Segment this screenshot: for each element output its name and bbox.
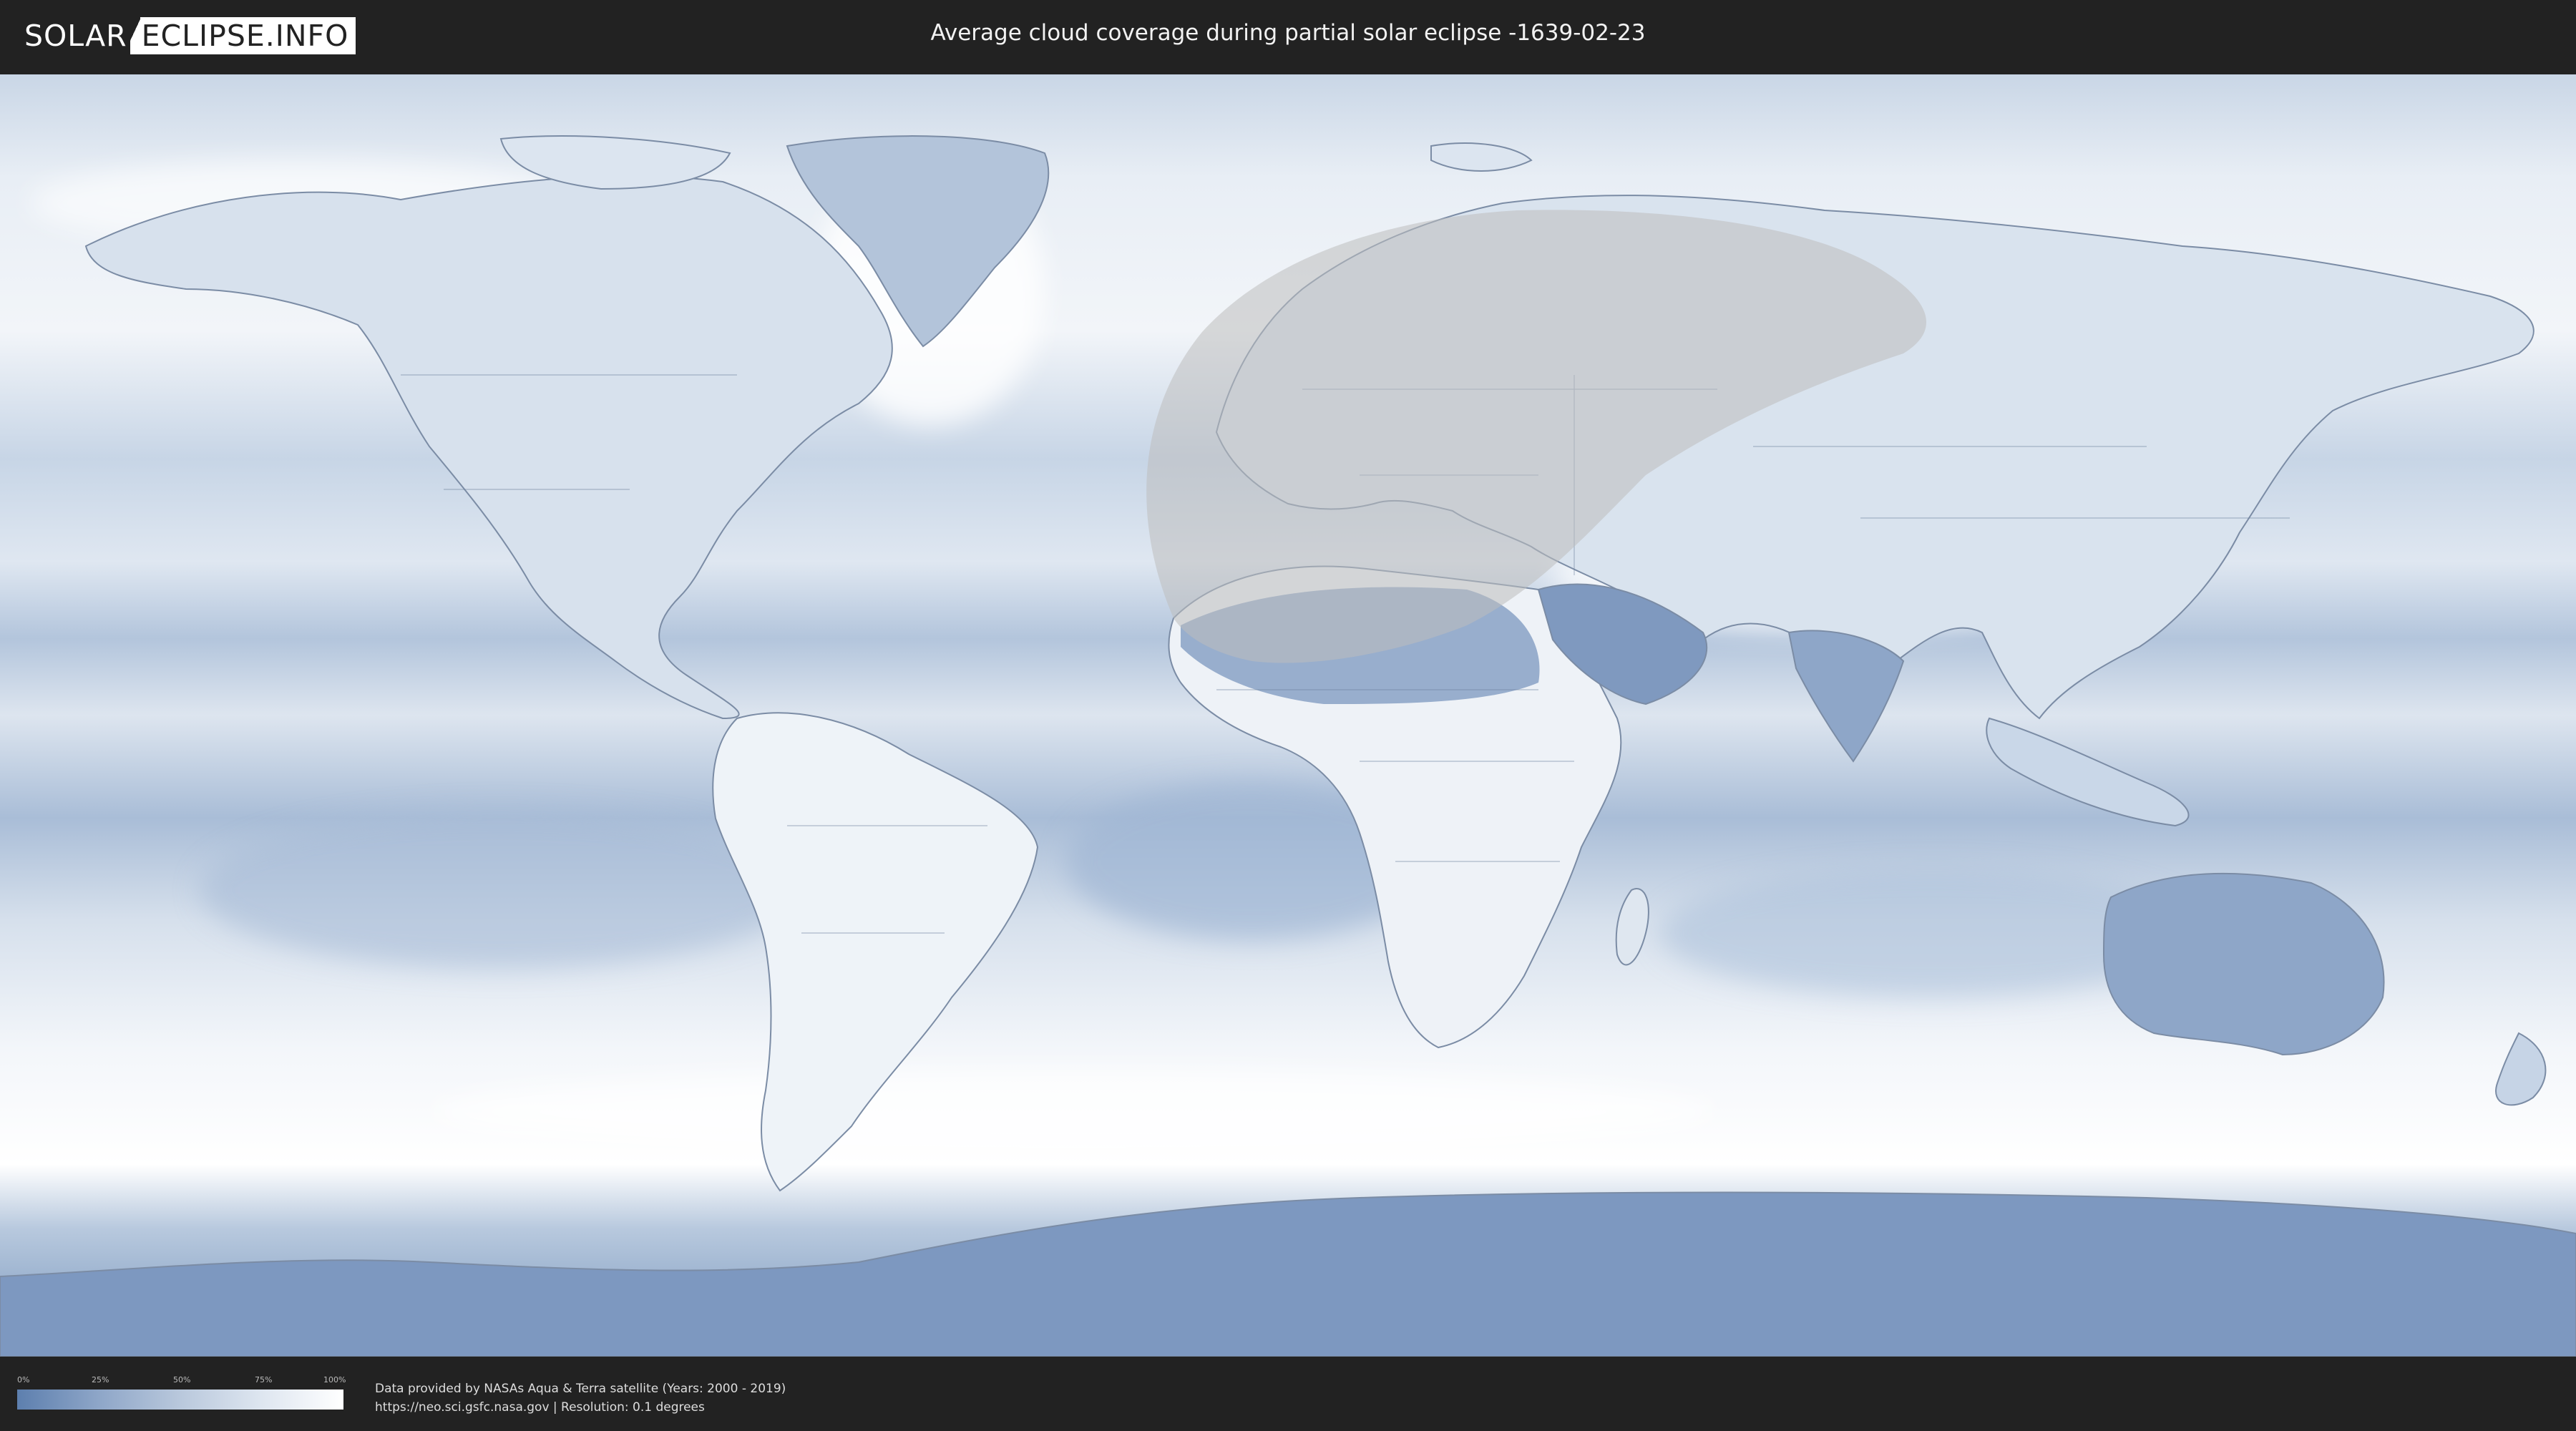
legend-color-bar bbox=[17, 1390, 343, 1410]
source-line[interactable]: https://neo.sci.gsfc.nasa.gov | Resoluti… bbox=[375, 1398, 786, 1417]
legend-tick-0: 0% bbox=[17, 1375, 30, 1384]
credit-line: Data provided by NASAs Aqua & Terra sate… bbox=[375, 1382, 786, 1396]
cloud-coverage-map[interactable] bbox=[0, 74, 2576, 1357]
page-title: Average cloud coverage during partial so… bbox=[930, 20, 1646, 46]
map-svg bbox=[0, 74, 2576, 1357]
page: SOLAR ECLIPSE.INFO Average cloud coverag… bbox=[0, 0, 2576, 1431]
legend-tick-25: 25% bbox=[92, 1375, 109, 1384]
header: SOLAR ECLIPSE.INFO Average cloud coverag… bbox=[0, 0, 2576, 72]
cloud-coverage-legend: 0% 25% 50% 75% 100% bbox=[17, 1375, 346, 1415]
legend-tick-100: 100% bbox=[323, 1375, 346, 1384]
australia bbox=[2102, 872, 2385, 1056]
legend-tick-75: 75% bbox=[255, 1375, 273, 1384]
data-credits: Data provided by NASAs Aqua & Terra sate… bbox=[375, 1379, 786, 1417]
footer: 0% 25% 50% 75% 100% Data provided by NAS… bbox=[0, 1359, 2576, 1431]
legend-tick-50: 50% bbox=[173, 1375, 191, 1384]
